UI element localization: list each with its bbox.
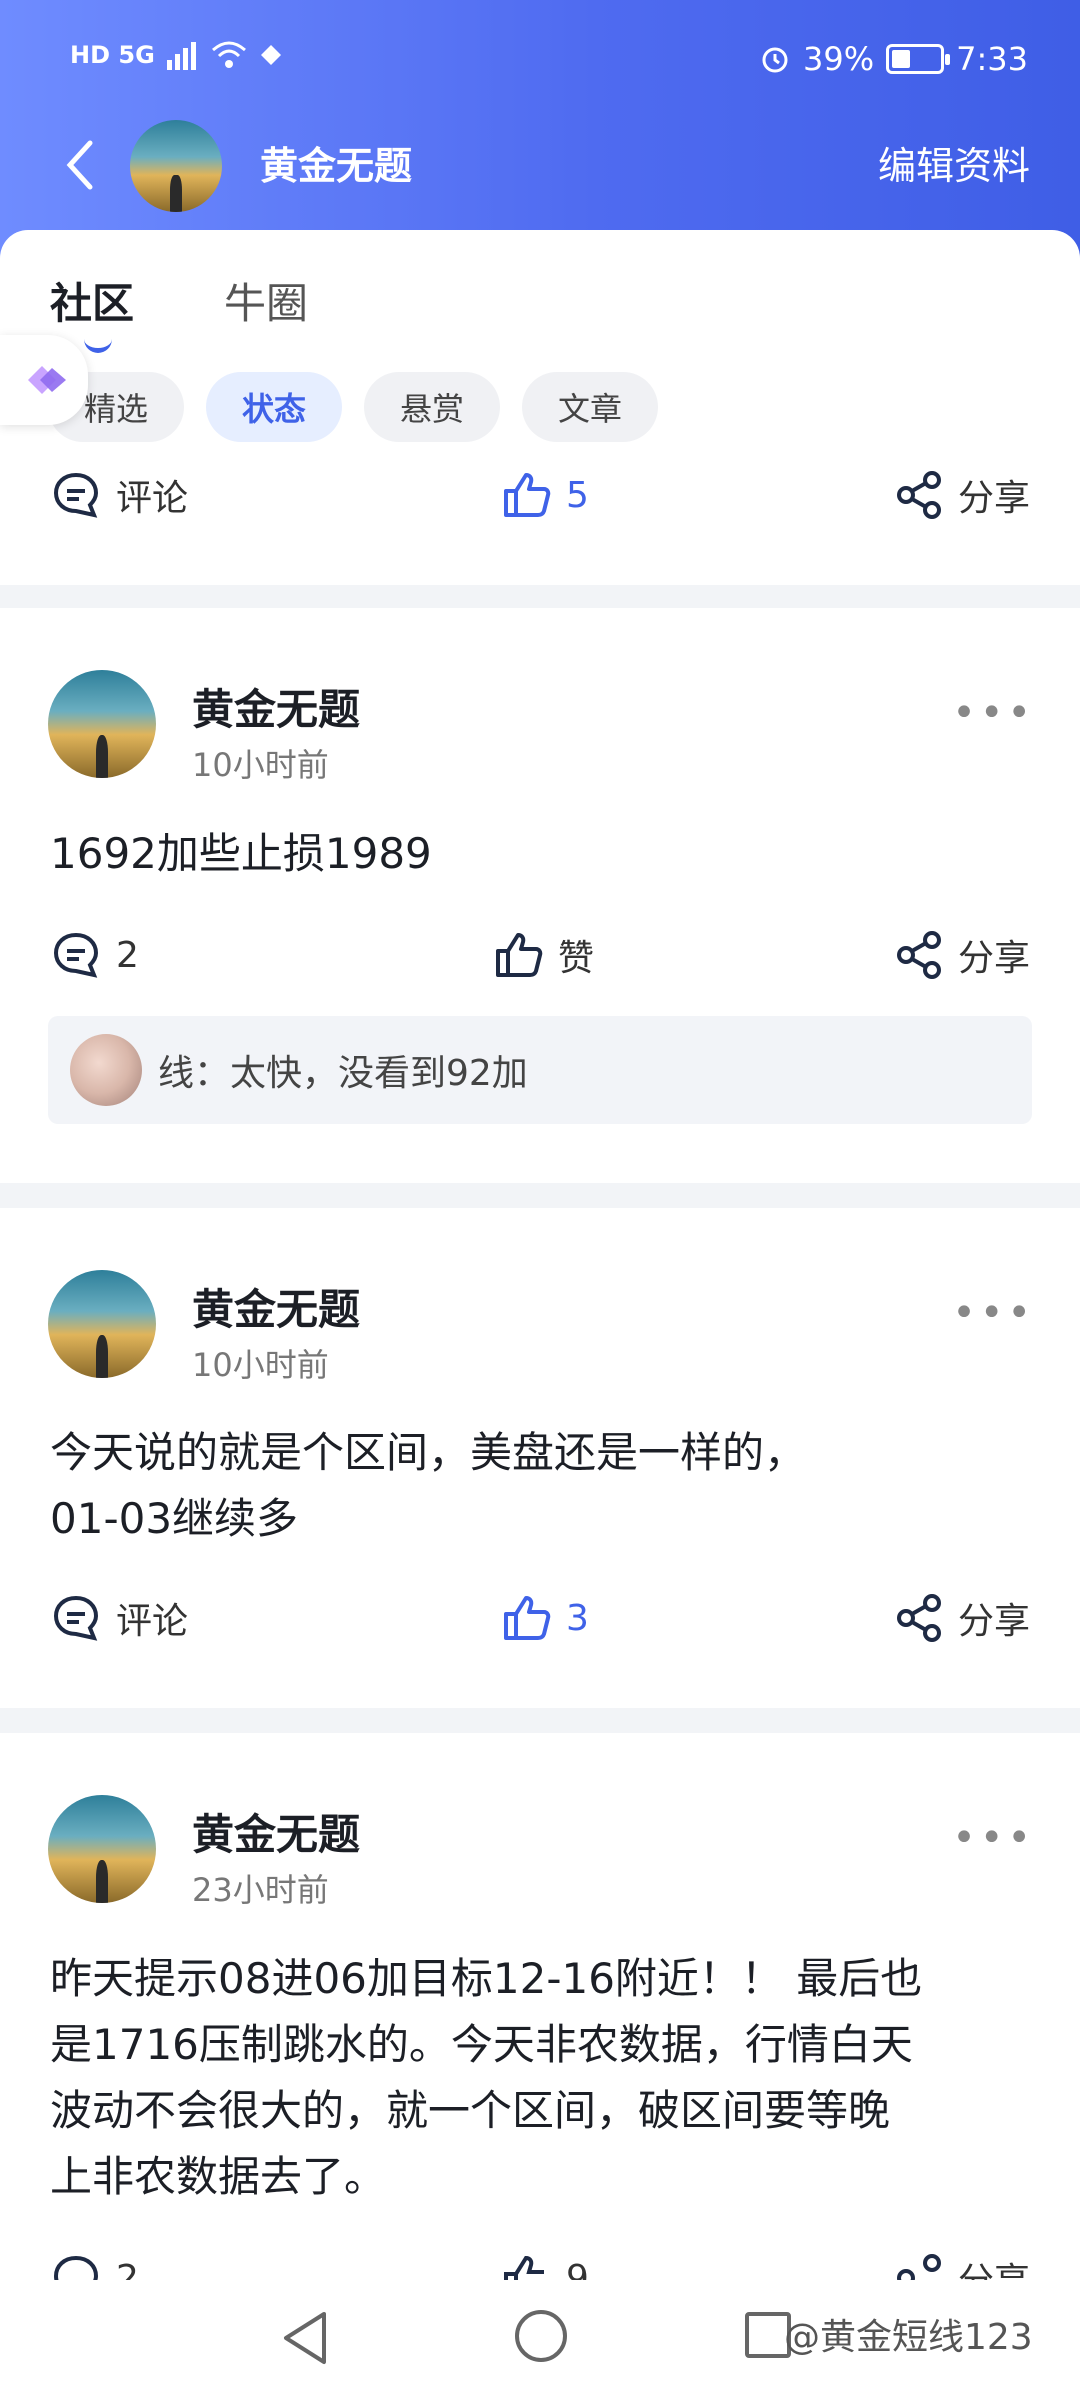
profile-avatar[interactable] [130, 120, 222, 212]
page-title: 黄金无题 [260, 144, 413, 188]
post-content-line: 昨天提示08进06加目标12-16附近！！ 最后也 [50, 1954, 923, 2003]
share-button[interactable]: 分享 [894, 920, 1030, 990]
comment-button[interactable]: 评论 [50, 1583, 188, 1653]
share-icon [896, 471, 941, 519]
share-label: 分享 [957, 1601, 1030, 1642]
comment-preview-text: 线：太快，没看到92加 [158, 1053, 528, 1094]
share-button[interactable]: 分享 [894, 2243, 1030, 2280]
share-button[interactable]: 分享 [894, 1583, 1030, 1653]
post-author[interactable]: 黄金无题 [192, 1801, 360, 1862]
tab-bull-circle[interactable]: 牛圈 [224, 270, 308, 331]
comment-icon [53, 1595, 99, 1641]
like-button[interactable]: 赞 [492, 920, 594, 990]
post-content: 1692加些止损1989 [50, 829, 432, 878]
like-count: 3 [566, 1597, 589, 1639]
chip-status[interactable]: 状态 [206, 372, 343, 442]
post-content-line: 波动不会很大的，就一个区间，破区间要等晚 [50, 2086, 891, 2135]
commenter-avatar [70, 1034, 142, 1106]
post-author[interactable]: 黄金无题 [192, 1276, 360, 1337]
share-icon [896, 2254, 941, 2280]
more-options-icon[interactable]: ••• [952, 1290, 1035, 1336]
chevron-left-icon [66, 140, 93, 190]
post-card[interactable]: 黄金无题 23小时前 ••• 昨天提示08进06加目标12-16附近！！ 最后也… [0, 1733, 1080, 2280]
comment-label: 评论 [116, 478, 189, 519]
triangle-back-icon [284, 2312, 326, 2364]
comment-button[interactable]: 2 [50, 920, 139, 990]
share-label: 分享 [957, 938, 1030, 979]
like-button[interactable]: 9 [500, 2243, 589, 2280]
post-author[interactable]: 黄金无题 [192, 676, 360, 737]
watermark: @黄金短线123 [784, 2317, 1033, 2358]
chip-bounty[interactable]: 悬赏 [364, 372, 501, 442]
post-content: 昨天提示08进06加目标12-16附近！！ 最后也 是1716压制跳水的。今天非… [50, 1946, 1040, 2210]
filter-chips: 精选 状态 悬赏 文章 [48, 372, 659, 442]
comment-icon [53, 2255, 99, 2280]
nav-back-button[interactable] [280, 2310, 330, 2370]
post-time: 10小时前 [192, 1346, 329, 1384]
battery-percent: 39% [803, 40, 875, 78]
thumbs-up-icon [496, 933, 543, 977]
post-content-line: 今天说的就是个区间，美盘还是一样的， [50, 1428, 807, 1477]
diamond-icon [28, 366, 66, 394]
share-button[interactable]: 分享 [894, 460, 1030, 530]
like-button[interactable]: 5 [500, 460, 589, 530]
post-content-line: 01-03继续多 [50, 1494, 299, 1543]
like-button[interactable]: 3 [500, 1583, 589, 1653]
share-icon [896, 1594, 941, 1642]
comment-button[interactable]: 2 [50, 2243, 139, 2280]
post-actions: 评论 3 分享 [0, 1583, 1080, 1653]
floating-widget-button[interactable] [0, 335, 88, 425]
thumbs-up-icon [504, 473, 551, 517]
clock: 7:33 [956, 40, 1028, 78]
avatar[interactable] [48, 1795, 156, 1903]
post-content-line: 上非农数据去了。 [50, 2152, 387, 2201]
like-count: 9 [566, 2257, 589, 2281]
more-options-icon[interactable]: ••• [952, 1815, 1035, 1861]
like-count: 5 [566, 474, 589, 516]
nav-home-button[interactable] [515, 2310, 567, 2362]
post-time: 23小时前 [192, 1871, 329, 1909]
like-label: 赞 [558, 938, 595, 979]
avatar[interactable] [48, 670, 156, 778]
comment-icon [53, 932, 99, 978]
system-nav-bar: @黄金短线123 [0, 2280, 1080, 2388]
status-right: 39% 7:33 [759, 40, 1028, 78]
share-icon [896, 931, 941, 979]
thumbs-up-icon [504, 2255, 544, 2280]
comment-icon [53, 472, 99, 518]
post-content: 今天说的就是个区间，美盘还是一样的， 01-03继续多 [50, 1420, 1040, 1552]
share-label: 分享 [957, 478, 1030, 519]
comment-label: 评论 [116, 1601, 189, 1642]
more-options-icon[interactable]: ••• [952, 690, 1035, 736]
battery-icon [886, 44, 951, 74]
post-time: 10小时前 [192, 746, 329, 784]
comment-count: 2 [116, 934, 139, 976]
alarm-icon [762, 47, 788, 73]
back-button[interactable] [56, 135, 106, 195]
thumbs-up-icon [504, 1596, 551, 1640]
post-content-line: 是1716压制跳水的。今天非农数据，行情白天 [50, 2020, 913, 2069]
avatar[interactable] [48, 1270, 156, 1378]
comment-count: 2 [116, 2257, 139, 2281]
tab-bar: 社区 牛圈 [50, 270, 308, 353]
top-bar: 黄金无题 编辑资料 [0, 115, 1080, 215]
post-card[interactable]: 黄金无题 10小时前 ••• 1692加些止损1989 2 赞 分享 线：太快，… [0, 608, 1080, 1183]
content-panel: 社区 牛圈 精选 状态 悬赏 文章 [0, 230, 1080, 585]
status-bar: HD 5G 39% 7:33 [0, 40, 1080, 90]
tab-community[interactable]: 社区 [50, 270, 134, 353]
chip-articles[interactable]: 文章 [522, 372, 659, 442]
signal-icon [166, 42, 196, 70]
post-actions: 2 9 分享 [0, 2243, 1080, 2280]
wifi-icon [211, 41, 246, 68]
comment-button[interactable]: 评论 [50, 460, 188, 530]
network-label: HD 5G [70, 41, 155, 69]
post-actions: 2 赞 分享 [0, 920, 1080, 990]
partial-post-actions: 评论 5 分享 [0, 460, 1080, 530]
post-card[interactable]: 黄金无题 10小时前 ••• 今天说的就是个区间，美盘还是一样的， 01-03继… [0, 1208, 1080, 1708]
comment-preview[interactable]: 线：太快，没看到92加 [48, 1016, 1032, 1124]
share-label: 分享 [958, 2252, 1030, 2280]
nfc-icon [260, 45, 281, 65]
edit-profile-button[interactable]: 编辑资料 [878, 135, 1030, 190]
status-left: HD 5G [70, 40, 285, 70]
